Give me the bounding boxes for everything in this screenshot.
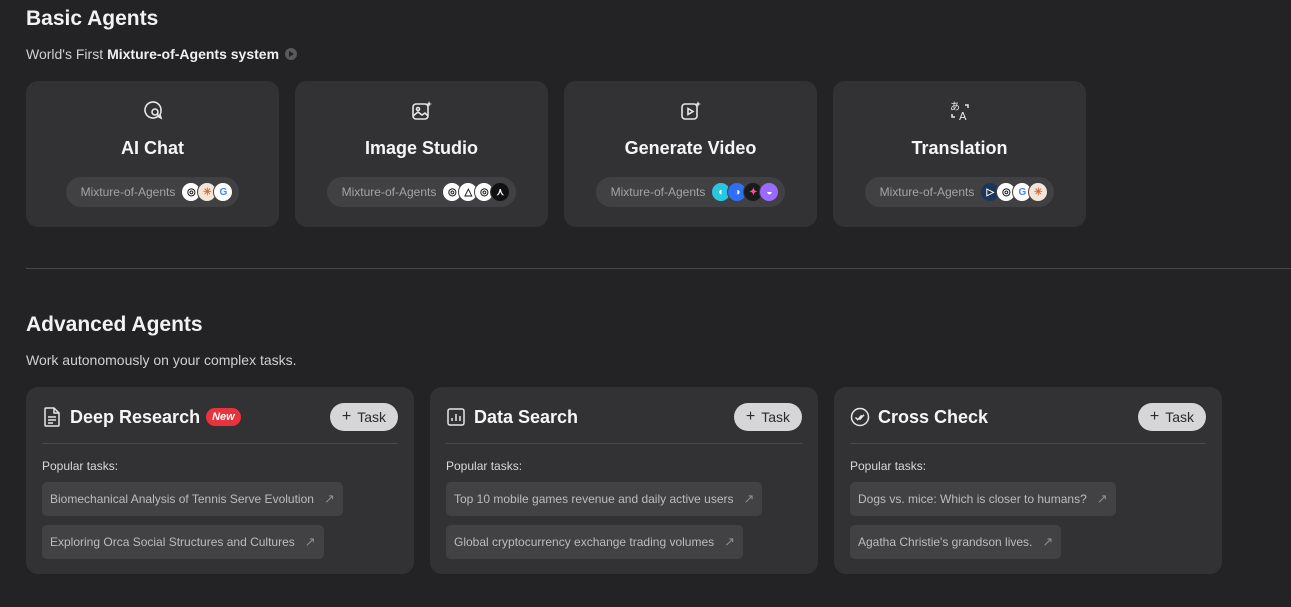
moa-pill: Mixture-of-Agents ◐ ◑ ✦ ◒ [595,177,786,207]
generate-video-card[interactable]: Generate Video Mixture-of-Agents ◐ ◑ ✦ ◒ [564,81,817,227]
popular-task-chip[interactable]: Top 10 mobile games revenue and daily ac… [446,482,763,516]
moa-pill: Mixture-of-Agents ▷ ◎ G ✳ [864,177,1055,207]
new-badge: New [206,408,241,426]
translate-icon: あ A [947,98,973,124]
claude-logo: ✳ [1028,182,1049,202]
info-icon[interactable] [285,48,298,60]
task-text: Dogs vs. mice: Which is closer to humans… [858,492,1087,506]
card-title: AI Chat [121,138,184,158]
moa-label: Mixture-of-Agents [80,185,176,199]
translation-card[interactable]: あ A Translation Mixture-of-Agents ▷ ◎ G … [833,81,1086,227]
card-title[interactable]: Data Search [474,407,578,428]
card-title: Image Studio [364,138,478,158]
card-header: Deep Research New + Task [42,403,398,431]
model-logos: ◎ ✳ G [181,182,234,202]
document-icon [42,407,62,427]
basic-agents-subtitle: World's First Mixture-of-Agents system [26,46,298,62]
moa-pill: Mixture-of-Agents ◎ △ ◎ ⋏ [326,177,517,207]
subtitle-bold: Mixture-of-Agents system [107,46,280,62]
basic-agents-title: Basic Agents [26,7,159,30]
card-header: Data Search + Task [446,403,802,431]
popular-task-chip[interactable]: Exploring Orca Social Structures and Cul… [42,525,324,559]
task-text: Agatha Christie's grandson lives. [858,535,1033,549]
card-title: Translation [911,138,1008,158]
moa-label: Mixture-of-Agents [879,185,975,199]
model-logos: ◐ ◑ ✦ ◒ [711,182,780,202]
moa-label: Mixture-of-Agents [341,185,437,199]
plus-icon: + [1149,408,1160,425]
card-title[interactable]: Deep Research [70,407,200,428]
popular-tasks-label: Popular tasks: [446,459,523,473]
plus-icon: + [341,408,352,425]
task-text: Exploring Orca Social Structures and Cul… [50,535,295,549]
image-sparkle-icon [409,98,435,124]
arrow-up-right-icon: ↗ [1042,534,1054,549]
add-task-button[interactable]: + Task [329,403,398,431]
basic-agents-header: Basic Agents World's First Mixture-of-Ag… [26,7,298,62]
advanced-agents-row: Deep Research New + Task Popular tasks: … [26,387,1222,574]
task-label: Task [1165,409,1194,425]
card-divider [446,443,802,444]
section-divider [26,268,1291,269]
basic-agents-row: AI Chat Mixture-of-Agents ◎ ✳ G Image St… [26,81,1086,227]
popular-tasks-label: Popular tasks: [42,459,119,473]
card-header: Cross Check + Task [850,403,1206,431]
moa-label: Mixture-of-Agents [610,185,706,199]
purple-logo: ◒ [759,182,780,202]
arrow-up-right-icon: ↗ [743,491,755,506]
ai-chat-card[interactable]: AI Chat Mixture-of-Agents ◎ ✳ G [26,81,279,227]
svg-text:A: A [959,110,967,123]
card-divider [42,443,398,444]
popular-tasks-label: Popular tasks: [850,459,927,473]
google-logo: G [213,182,234,202]
black-logo: ⋏ [490,182,511,202]
task-text: Top 10 mobile games revenue and daily ac… [454,492,734,506]
task-text: Biomechanical Analysis of Tennis Serve E… [50,492,314,506]
popular-task-chip[interactable]: Dogs vs. mice: Which is closer to humans… [850,482,1116,516]
cross-check-card: Cross Check + Task Popular tasks: Dogs v… [834,387,1222,574]
popular-task-chip[interactable]: Global cryptocurrency exchange trading v… [446,525,744,559]
popular-task-chip[interactable]: Biomechanical Analysis of Tennis Serve E… [42,482,343,516]
chat-search-icon [140,98,166,124]
popular-task-list: Biomechanical Analysis of Tennis Serve E… [42,473,398,559]
card-title: Generate Video [624,138,757,158]
data-search-card: Data Search + Task Popular tasks: Top 10… [430,387,818,574]
model-logos: ▷ ◎ G ✳ [980,182,1049,202]
advanced-agents-subtitle: Work autonomously on your complex tasks. [26,352,297,368]
arrow-up-right-icon: ↗ [724,534,736,549]
model-logos: ◎ △ ◎ ⋏ [442,182,511,202]
bar-chart-icon [446,407,466,427]
popular-task-list: Dogs vs. mice: Which is closer to humans… [850,473,1206,559]
task-text: Global cryptocurrency exchange trading v… [454,535,715,549]
add-task-button[interactable]: + Task [1137,403,1206,431]
check-circle-icon [850,407,870,427]
arrow-up-right-icon: ↗ [1096,491,1108,506]
advanced-agents-title: Advanced Agents [26,313,203,336]
popular-task-list: Top 10 mobile games revenue and daily ac… [446,473,802,559]
card-divider [850,443,1206,444]
plus-icon: + [745,408,756,425]
task-label: Task [761,409,790,425]
popular-task-chip[interactable]: Agatha Christie's grandson lives. ↗ [850,525,1062,559]
deep-research-card: Deep Research New + Task Popular tasks: … [26,387,414,574]
advanced-agents-header: Advanced Agents Work autonomously on you… [26,313,297,368]
subtitle-prefix: World's First [26,46,104,62]
image-studio-card[interactable]: Image Studio Mixture-of-Agents ◎ △ ◎ ⋏ [295,81,548,227]
moa-pill: Mixture-of-Agents ◎ ✳ G [65,177,240,207]
task-label: Task [357,409,386,425]
add-task-button[interactable]: + Task [733,403,802,431]
video-sparkle-icon [678,98,704,124]
arrow-up-right-icon: ↗ [323,491,335,506]
arrow-up-right-icon: ↗ [304,534,316,549]
card-title[interactable]: Cross Check [878,407,988,428]
